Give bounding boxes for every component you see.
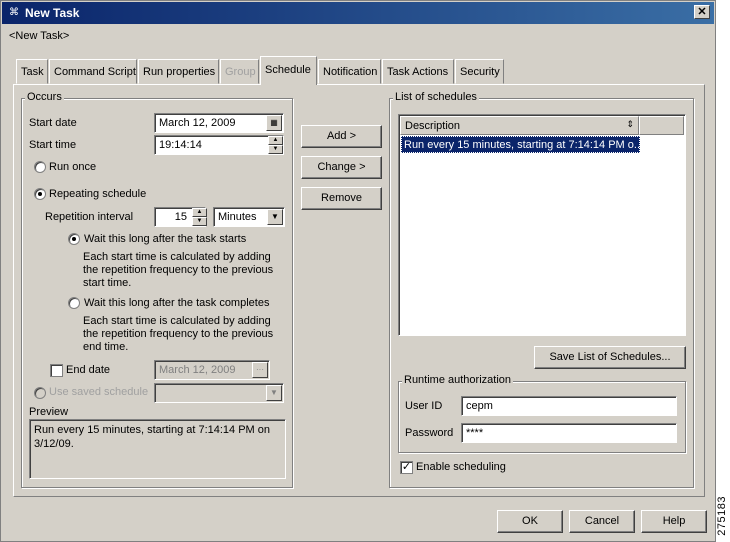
preview-label: Preview xyxy=(29,406,69,418)
wait-after-complete-radio[interactable] xyxy=(68,297,80,309)
help-button[interactable]: Help xyxy=(641,510,707,533)
start-time-label: Start time xyxy=(29,139,77,151)
calendar-icon[interactable]: ▦ xyxy=(266,115,282,131)
close-icon: ✕ xyxy=(697,6,707,18)
change-button[interactable]: Change > xyxy=(301,156,382,179)
preview-text: Run every 15 minutes, starting at 7:14:1… xyxy=(34,424,271,450)
repetition-interval-label: Repetition interval xyxy=(45,211,134,223)
start-date-label: Start date xyxy=(29,117,77,129)
window-icon: ⌘ xyxy=(9,7,19,18)
user-id-field[interactable]: cepm xyxy=(461,396,677,416)
run-once-label: Run once xyxy=(49,161,97,173)
cancel-button[interactable]: Cancel xyxy=(569,510,635,533)
repeating-schedule-label: Repeating schedule xyxy=(49,188,147,200)
occurs-legend: Occurs xyxy=(25,91,64,103)
end-date-value: March 12, 2009 xyxy=(159,364,236,376)
wait-after-complete-description: Each start time is calculated by adding … xyxy=(83,315,274,353)
empty-column-header xyxy=(639,116,684,135)
start-time-field[interactable]: 19:14:14 xyxy=(154,135,284,155)
enable-scheduling-label: Enable scheduling xyxy=(416,461,506,473)
wait-after-start-label: Wait this long after the task starts xyxy=(84,233,247,245)
save-list-of-schedules-button[interactable]: Save List of Schedules... xyxy=(534,346,686,369)
repetition-unit-value: Minutes xyxy=(218,211,257,223)
start-date-field[interactable]: March 12, 2009 xyxy=(154,113,284,133)
spin-up-icon[interactable]: ▲ xyxy=(268,136,283,145)
figure-number: 275183 xyxy=(716,496,728,536)
task-name-label: <New Task> xyxy=(9,30,70,42)
tab-task-actions[interactable]: Task Actions xyxy=(382,59,454,84)
date-picker-icon[interactable]: ··· xyxy=(252,362,268,378)
use-saved-schedule-radio[interactable] xyxy=(34,387,46,399)
tab-schedule[interactable]: Schedule xyxy=(260,56,317,85)
repetition-interval-value: 15 xyxy=(174,211,187,223)
use-saved-schedule-label: Use saved schedule xyxy=(49,386,149,398)
tab-command-script[interactable]: Command Script xyxy=(49,59,137,84)
tab-task[interactable]: Task xyxy=(16,59,48,84)
title-bar: ⌘ New Task ✕ xyxy=(2,2,714,24)
password-field[interactable]: **** xyxy=(461,423,677,443)
wait-after-start-radio[interactable] xyxy=(68,233,80,245)
close-button[interactable]: ✕ xyxy=(694,5,710,19)
end-date-checkbox[interactable] xyxy=(50,364,63,377)
tab-notification[interactable]: Notification xyxy=(318,59,381,84)
schedule-row[interactable]: Run every 15 minutes, starting at 7:14:1… xyxy=(401,136,640,153)
enable-scheduling-checkbox[interactable]: ✓ xyxy=(400,461,413,474)
repetition-interval-spinner[interactable]: ▲ ▼ xyxy=(192,208,207,226)
end-date-label: End date xyxy=(66,364,111,376)
remove-button[interactable]: Remove xyxy=(301,187,382,210)
start-time-value: 19:14:14 xyxy=(159,139,202,151)
preview-box: Run every 15 minutes, starting at 7:14:1… xyxy=(29,419,286,479)
run-once-radio[interactable] xyxy=(34,161,46,173)
spin-down-icon[interactable]: ▼ xyxy=(192,217,207,226)
user-id-value: cepm xyxy=(466,400,493,412)
add-button[interactable]: Add > xyxy=(301,125,382,148)
description-column-label: Description xyxy=(405,120,461,132)
chevron-down-icon[interactable]: ▼ xyxy=(267,209,283,225)
chevron-down-icon[interactable]: ▼ xyxy=(266,385,282,401)
tab-security[interactable]: Security xyxy=(455,59,504,84)
wait-after-complete-label: Wait this long after the task completes xyxy=(84,297,270,309)
user-id-label: User ID xyxy=(405,400,443,412)
description-column-header[interactable]: Description ⇕ xyxy=(400,116,639,135)
new-task-dialog: ⌘ New Task ✕ <New Task> Task Command Scr… xyxy=(0,0,716,542)
tab-run-properties[interactable]: Run properties xyxy=(138,59,219,84)
schedules-legend: List of schedules xyxy=(393,91,479,103)
start-date-value: March 12, 2009 xyxy=(159,117,236,129)
window-title: New Task xyxy=(25,6,80,20)
saved-schedule-select[interactable] xyxy=(154,383,284,403)
tab-group[interactable]: Group xyxy=(220,59,259,84)
password-label: Password xyxy=(405,427,454,439)
wait-after-start-description: Each start time is calculated by adding … xyxy=(83,251,274,289)
repeating-schedule-radio[interactable] xyxy=(34,188,46,200)
start-time-spinner[interactable]: ▲ ▼ xyxy=(268,136,283,154)
ok-button[interactable]: OK xyxy=(497,510,563,533)
schedule-row-text: Run every 15 minutes, starting at 7:14:1… xyxy=(404,139,640,151)
password-value: **** xyxy=(466,427,484,439)
spin-down-icon[interactable]: ▼ xyxy=(268,145,283,154)
spin-up-icon[interactable]: ▲ xyxy=(192,208,207,217)
runtime-authorization-legend: Runtime authorization xyxy=(402,374,514,386)
sort-icon: ⇕ xyxy=(626,119,634,129)
